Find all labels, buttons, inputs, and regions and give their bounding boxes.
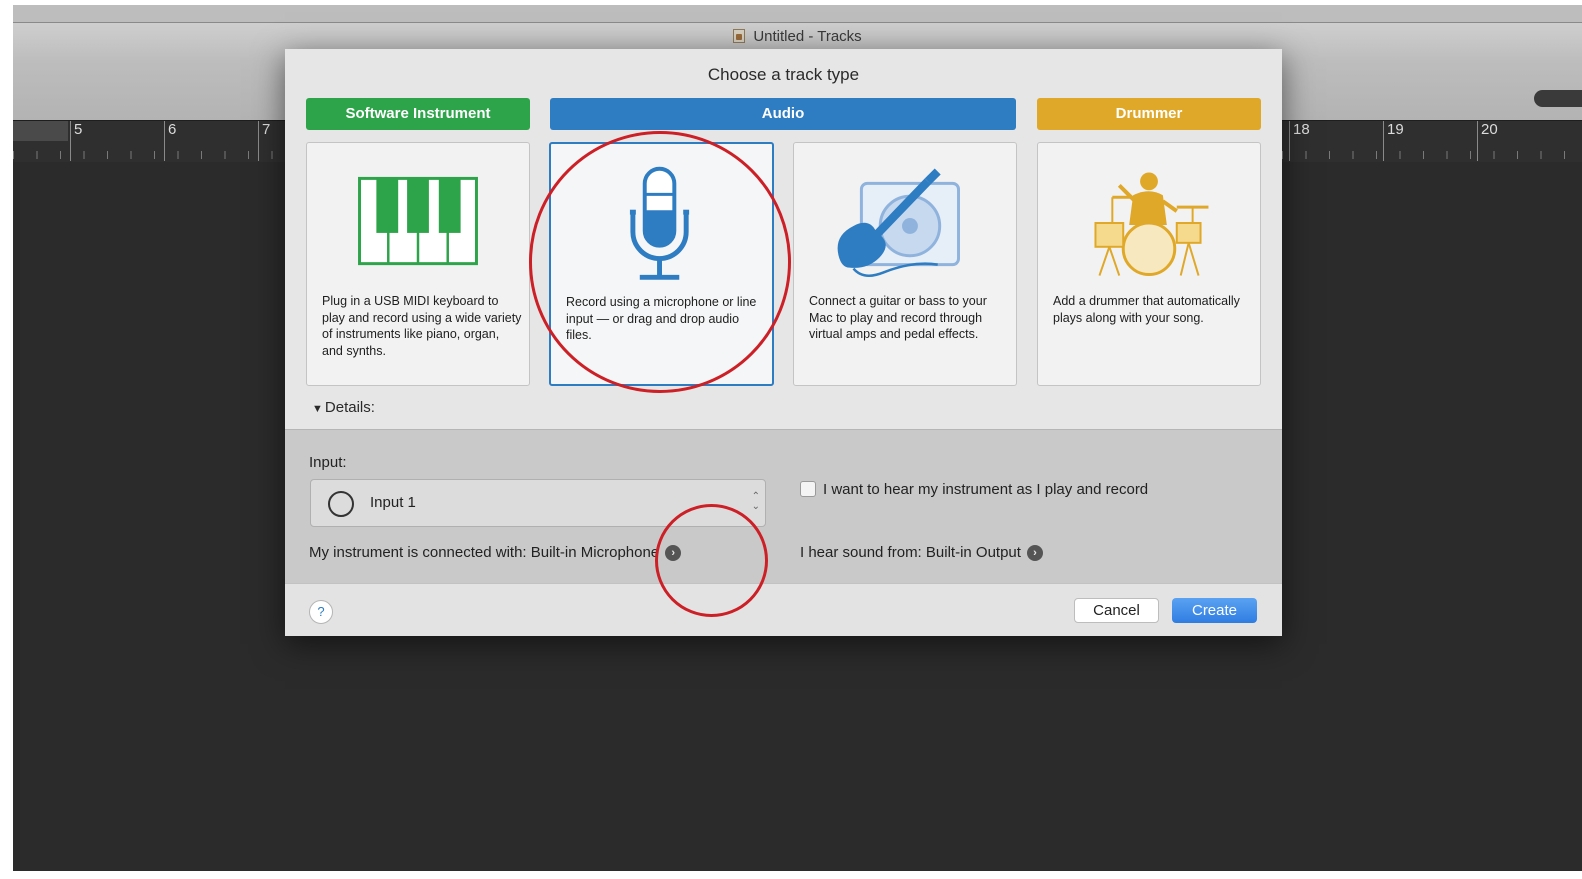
chevron-right-icon[interactable]: ›: [1026, 545, 1043, 561]
card-software-instrument[interactable]: Plug in a USB MIDI keyboard to play and …: [306, 142, 530, 386]
disclosure-triangle-icon: ▼: [312, 403, 323, 415]
guitar-amp-icon: [837, 168, 961, 277]
instrument-connection-label: My instrument is connected with: Built-i…: [309, 544, 660, 561]
monitoring-checkbox[interactable]: [800, 481, 816, 497]
new-track-dialog: Choose a track type Software Instrument …: [285, 49, 1282, 636]
category-software-instrument[interactable]: Software Instrument: [306, 98, 530, 130]
monitoring-label: I want to hear my instrument as I play a…: [823, 481, 1149, 498]
monitoring-option[interactable]: I want to hear my instrument as I play a…: [800, 481, 1148, 498]
cancel-button[interactable]: Cancel: [1074, 598, 1159, 623]
keyboard-icon: [358, 176, 478, 266]
create-button[interactable]: Create: [1172, 598, 1257, 623]
instrument-connection-text: My instrument is connected with: Built-i…: [309, 544, 682, 561]
title-bar-edge: [13, 22, 1582, 23]
card-drummer[interactable]: Add a drummer that automatically plays a…: [1037, 142, 1261, 386]
card-description: Plug in a USB MIDI keyboard to play and …: [322, 294, 522, 358]
mono-input-icon: [328, 491, 354, 517]
stepper-arrows-icon: ⌃ ⌄: [751, 491, 760, 512]
details-panel: Input: Input 1 ⌃ ⌄ My instrument is conne…: [285, 429, 1282, 583]
card-description: Add a drummer that automatically plays a…: [1053, 294, 1240, 325]
dialog-footer: ? Cancel Create: [285, 583, 1282, 636]
output-device-text: I hear sound from: Built-in Output ›: [800, 544, 1043, 561]
category-audio[interactable]: Audio: [550, 98, 1016, 130]
input-select-value: Input 1: [370, 494, 416, 511]
annotation-circle-info-button: [655, 504, 768, 617]
window-title: Untitled - Tracks: [13, 28, 1582, 45]
output-device-label: I hear sound from: Built-in Output: [800, 544, 1021, 561]
details-disclosure[interactable]: ▼ Details:: [312, 399, 375, 416]
drummer-icon: [1094, 172, 1209, 277]
details-label: Details:: [324, 399, 375, 416]
category-drummer[interactable]: Drummer: [1037, 98, 1261, 130]
input-label: Input:: [309, 454, 347, 471]
window-title-text: Untitled - Tracks: [753, 28, 862, 45]
card-description: Connect a guitar or bass to your Mac to …: [809, 294, 987, 341]
document-icon: [733, 29, 746, 43]
scroll-handle[interactable]: [1534, 90, 1582, 107]
ruler-cycle-area[interactable]: [13, 121, 68, 141]
annotation-circle-microphone: [529, 131, 791, 393]
help-button[interactable]: ?: [309, 600, 333, 624]
dialog-title: Choose a track type: [707, 65, 860, 84]
card-audio-guitar[interactable]: Connect a guitar or bass to your Mac to …: [793, 142, 1017, 386]
